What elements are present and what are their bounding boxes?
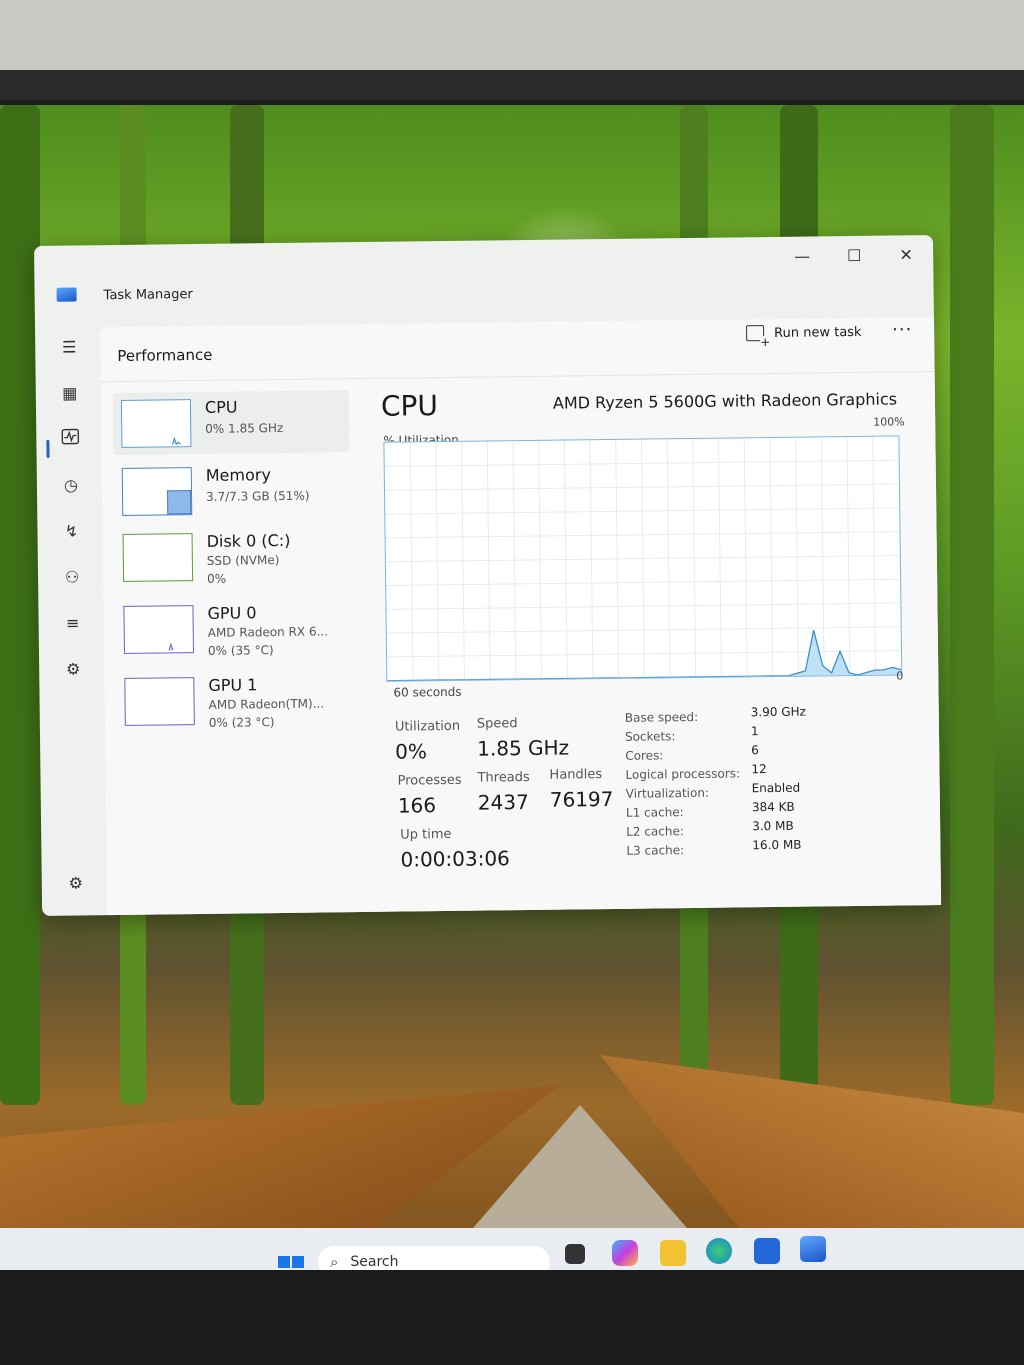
- task-manager-icon: [56, 287, 77, 302]
- device-gpu-1[interactable]: GPU 1 AMD Radeon(TM)... 0% (23 °C): [116, 668, 353, 733]
- run-new-task-button[interactable]: Run new task: [746, 324, 862, 342]
- search-icon: ⌕: [330, 1253, 339, 1271]
- users-icon[interactable]: ⚇: [60, 565, 84, 589]
- uptime-label: Up time: [400, 826, 452, 843]
- hamburger-icon[interactable]: ☰: [57, 335, 81, 359]
- file-explorer-icon[interactable]: [660, 1240, 686, 1266]
- device-detail: 0%: [206, 571, 227, 586]
- nav-sidebar: ☰ ▦ ◷ ↯ ⚇ ≡ ⚙ ⚙: [46, 335, 96, 895]
- spec-value: 3.90 GHz: [750, 704, 806, 720]
- device-detail: AMD Radeon RX 6...: [207, 624, 329, 640]
- task-manager-window: Task Manager — ☐ ✕ ☰ ▦ ◷ ↯ ⚇ ≡ ⚙ ⚙ Perfo…: [34, 235, 942, 916]
- spec-value: 12: [751, 762, 767, 777]
- device-memory[interactable]: Memory 3.7/7.3 GB (51%): [114, 458, 351, 523]
- device-detail: 3.7/7.3 GB (51%): [205, 488, 310, 504]
- device-cpu[interactable]: CPU 0% 1.85 GHz: [112, 390, 350, 456]
- speed-value: 1.85 GHz: [477, 735, 570, 761]
- processes-icon[interactable]: ▦: [58, 381, 82, 405]
- device-disk[interactable]: Disk 0 (C:) SSD (NVMe) 0%: [114, 524, 351, 589]
- graph-time-label: 60 seconds: [393, 684, 462, 700]
- details-icon[interactable]: ≡: [60, 611, 84, 635]
- services-icon[interactable]: ⚙: [61, 657, 85, 681]
- handles-value: 76197: [549, 786, 614, 812]
- cpu-thumbnail: [120, 399, 192, 448]
- spec-value: 16.0 MB: [752, 837, 802, 853]
- device-detail: AMD Radeon(TM)...: [208, 696, 325, 712]
- memory-usage-fill: [166, 490, 192, 515]
- gpu0-thumbnail: [123, 605, 194, 654]
- spec-value: 1: [750, 724, 759, 739]
- cpu-utilization-graph: [383, 435, 903, 682]
- close-button[interactable]: ✕: [886, 243, 926, 267]
- utilization-label: Utilization: [394, 718, 461, 735]
- device-name: Memory: [205, 465, 272, 485]
- device-detail: 0% (23 °C): [208, 715, 275, 730]
- threads-label: Threads: [477, 769, 530, 786]
- device-detail: 0% (35 °C): [207, 643, 274, 658]
- gpu1-thumbnail: [124, 677, 195, 726]
- speed-label: Speed: [476, 716, 518, 732]
- run-task-icon: [746, 325, 765, 342]
- title-bar[interactable]: Task Manager — ☐ ✕: [34, 235, 934, 306]
- graph-max-label: 100%: [873, 415, 905, 429]
- device-name: GPU 1: [208, 675, 258, 695]
- graph-min-label: 0: [896, 669, 904, 683]
- handles-label: Handles: [549, 767, 603, 783]
- device-detail: 0% 1.85 GHz: [205, 420, 284, 436]
- active-indicator: [46, 439, 50, 458]
- disk-thumbnail: [122, 533, 194, 582]
- search-placeholder: Search: [350, 1254, 399, 1270]
- header-divider: [100, 371, 935, 383]
- spec-value: 6: [751, 743, 759, 758]
- spec-label: L1 cache:: [625, 805, 684, 820]
- cpu-graph-svg: [384, 436, 902, 681]
- task-view-icon[interactable]: [565, 1244, 585, 1264]
- store-icon[interactable]: [754, 1238, 780, 1264]
- utilization-value: 0%: [395, 739, 428, 764]
- processes-value: 166: [397, 793, 437, 818]
- memory-thumbnail: [121, 467, 193, 516]
- spec-value: 384 KB: [751, 799, 795, 815]
- performance-panel: Performance Run new task ··· CPU 0% 1.85…: [99, 317, 942, 916]
- spec-label: Virtualization:: [625, 785, 710, 801]
- spec-label: Sockets:: [624, 729, 676, 744]
- spec-label: Cores:: [625, 748, 664, 763]
- copilot-icon[interactable]: [612, 1240, 638, 1266]
- more-options-button[interactable]: ···: [892, 319, 912, 340]
- threads-value: 2437: [477, 789, 529, 815]
- uptime-value: 0:00:03:06: [400, 846, 510, 872]
- page-title: Performance: [117, 345, 213, 365]
- spec-value: 3.0 MB: [752, 818, 794, 834]
- edge-browser-icon[interactable]: [706, 1238, 732, 1264]
- spec-label: L3 cache:: [626, 843, 685, 858]
- maximize-button[interactable]: ☐: [834, 244, 874, 268]
- spec-value: Enabled: [751, 780, 801, 796]
- spec-label: Base speed:: [624, 709, 699, 725]
- cpu-heading: CPU: [380, 389, 439, 423]
- task-manager-taskbar-icon[interactable]: [800, 1236, 826, 1262]
- startup-apps-icon[interactable]: ↯: [59, 519, 83, 543]
- processes-label: Processes: [397, 772, 462, 789]
- app-history-icon[interactable]: ◷: [59, 473, 83, 497]
- settings-icon[interactable]: ⚙: [64, 871, 88, 895]
- window-title: Task Manager: [103, 287, 193, 304]
- run-new-task-label: Run new task: [774, 324, 862, 341]
- cpu-model: AMD Ryzen 5 5600G with Radeon Graphics: [552, 389, 898, 413]
- minimize-button[interactable]: —: [782, 244, 822, 268]
- device-name: CPU: [204, 397, 238, 417]
- monitor-bezel: [0, 1270, 1024, 1365]
- spec-label: L2 cache:: [626, 824, 685, 839]
- bamboo-stalk: [950, 105, 994, 1105]
- device-name: GPU 0: [207, 603, 257, 623]
- device-name: Disk 0 (C:): [206, 530, 291, 551]
- performance-icon[interactable]: [58, 427, 82, 451]
- device-detail: SSD (NVMe): [206, 553, 280, 568]
- device-gpu-0[interactable]: GPU 0 AMD Radeon RX 6... 0% (35 °C): [115, 596, 352, 661]
- spec-label: Logical processors:: [625, 766, 741, 782]
